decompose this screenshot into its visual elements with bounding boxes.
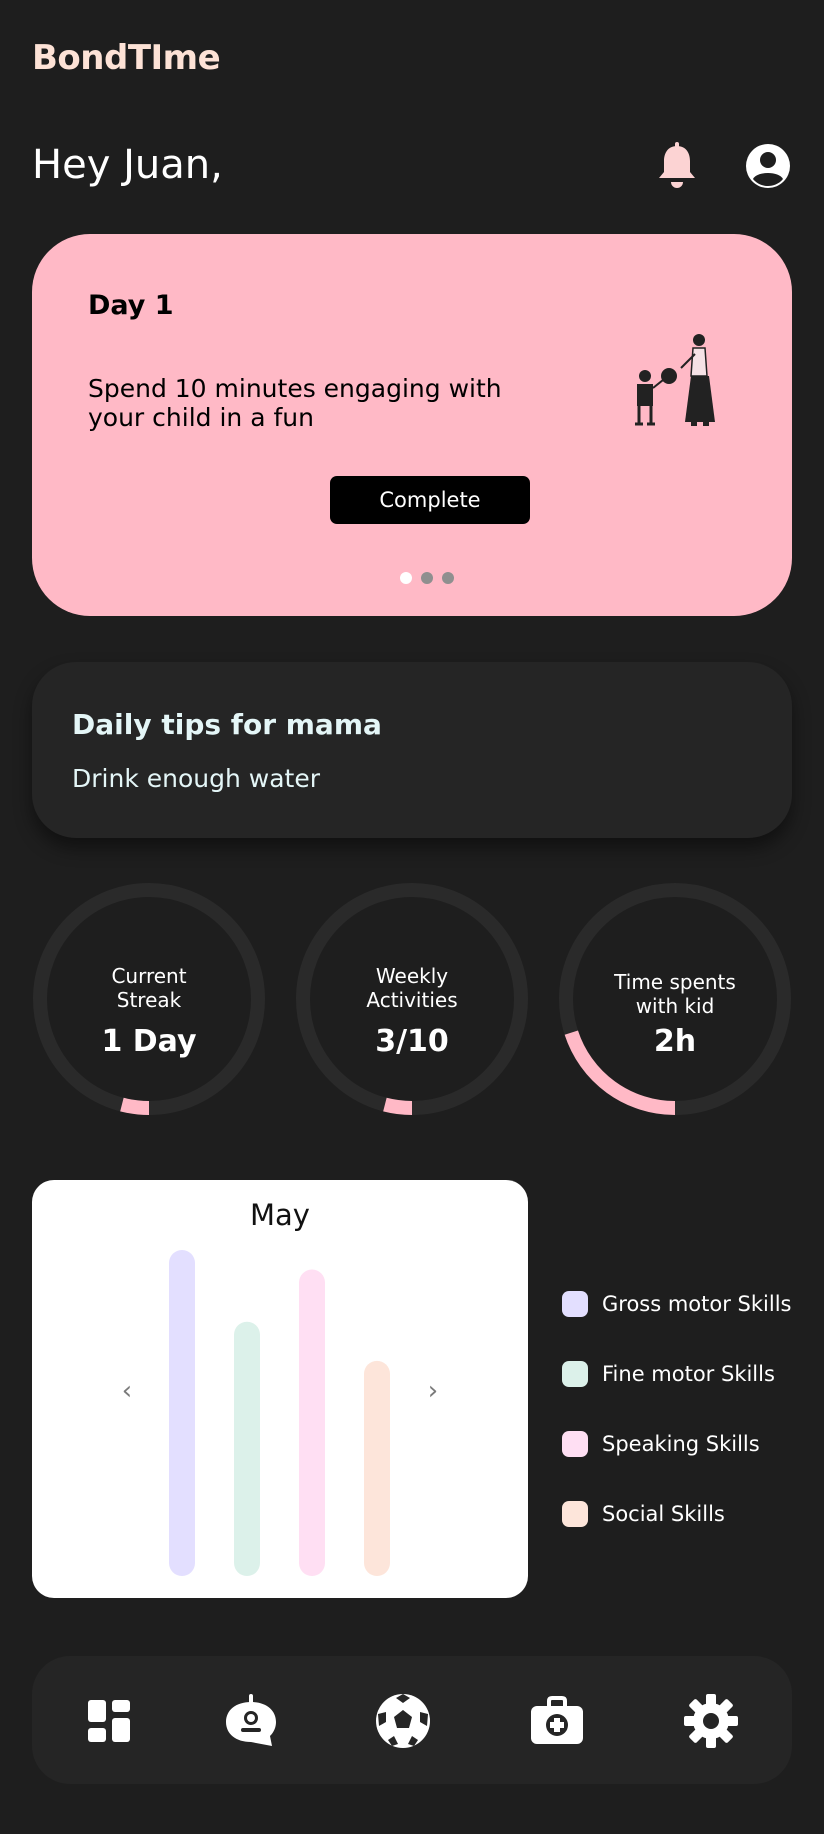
chart-bar (234, 1321, 260, 1576)
stat-label: Time spents with kid (614, 970, 736, 1018)
legend-label: Social Skills (602, 1502, 725, 1526)
chart-next-button[interactable]: › (418, 1376, 448, 1406)
settings-gear-icon[interactable] (682, 1692, 740, 1750)
greeting: Hey Juan, (32, 142, 223, 188)
chart-title: May (250, 1198, 310, 1232)
stat-time-with-kid: Time spents with kid 2h (556, 880, 794, 1118)
stat-value: 3/10 (375, 1024, 449, 1059)
chart-bar (299, 1269, 325, 1576)
legend-item: Social Skills (562, 1500, 791, 1528)
chart-prev-button[interactable]: ‹ (112, 1376, 142, 1406)
legend-swatch (562, 1501, 588, 1527)
legend-item: Fine motor Skills (562, 1360, 791, 1388)
legend-label: Speaking Skills (602, 1432, 760, 1456)
legend-swatch (562, 1431, 588, 1457)
task-description: Spend 10 minutes engaging with your chil… (88, 374, 502, 432)
legend-item: Speaking Skills (562, 1430, 791, 1458)
skills-chart-card: May ‹ › (32, 1180, 528, 1598)
carousel-dots[interactable] (400, 572, 454, 584)
legend-label: Gross motor Skills (602, 1292, 792, 1316)
app-logo: BondTIme (32, 38, 221, 78)
first-aid-kit-icon[interactable] (528, 1692, 586, 1750)
stat-label: Weekly Activities (366, 964, 458, 1012)
legend-swatch (562, 1361, 588, 1387)
dashboard-icon[interactable] (80, 1692, 138, 1750)
stat-value: 2h (653, 1024, 697, 1059)
skills-bar-chart (169, 1250, 390, 1576)
task-day: Day 1 (88, 290, 174, 321)
stat-label: Current Streak (111, 964, 187, 1012)
carousel-dot[interactable] (421, 572, 433, 584)
carousel-dot[interactable] (400, 572, 412, 584)
baby-monitor-icon[interactable] (222, 1692, 280, 1750)
bottom-navigation (32, 1656, 792, 1784)
mother-child-illustration-icon (635, 334, 715, 426)
chart-bar (364, 1360, 390, 1576)
user-icon[interactable] (744, 142, 792, 190)
bell-icon[interactable] (656, 142, 698, 190)
daily-tips-card[interactable]: Daily tips for mama Drink enough water (32, 662, 792, 838)
daily-task-card: Day 1 Spend 10 minutes engaging with you… (32, 234, 792, 616)
tips-title: Daily tips for mama (72, 708, 382, 741)
legend-item: Gross motor Skills (562, 1290, 791, 1318)
stat-value: 1 Day (101, 1024, 197, 1059)
chart-legend: Gross motor Skills Fine motor Skills Spe… (562, 1290, 791, 1570)
stat-current-streak: Current Streak 1 Day (30, 880, 268, 1118)
soccer-ball-icon[interactable] (374, 1692, 432, 1750)
complete-button[interactable]: Complete (330, 476, 530, 524)
legend-label: Fine motor Skills (602, 1362, 775, 1386)
tips-text: Drink enough water (72, 764, 320, 793)
stat-weekly-activities: Weekly Activities 3/10 (293, 880, 531, 1118)
chart-bar (169, 1250, 195, 1576)
carousel-dot[interactable] (442, 572, 454, 584)
legend-swatch (562, 1291, 588, 1317)
